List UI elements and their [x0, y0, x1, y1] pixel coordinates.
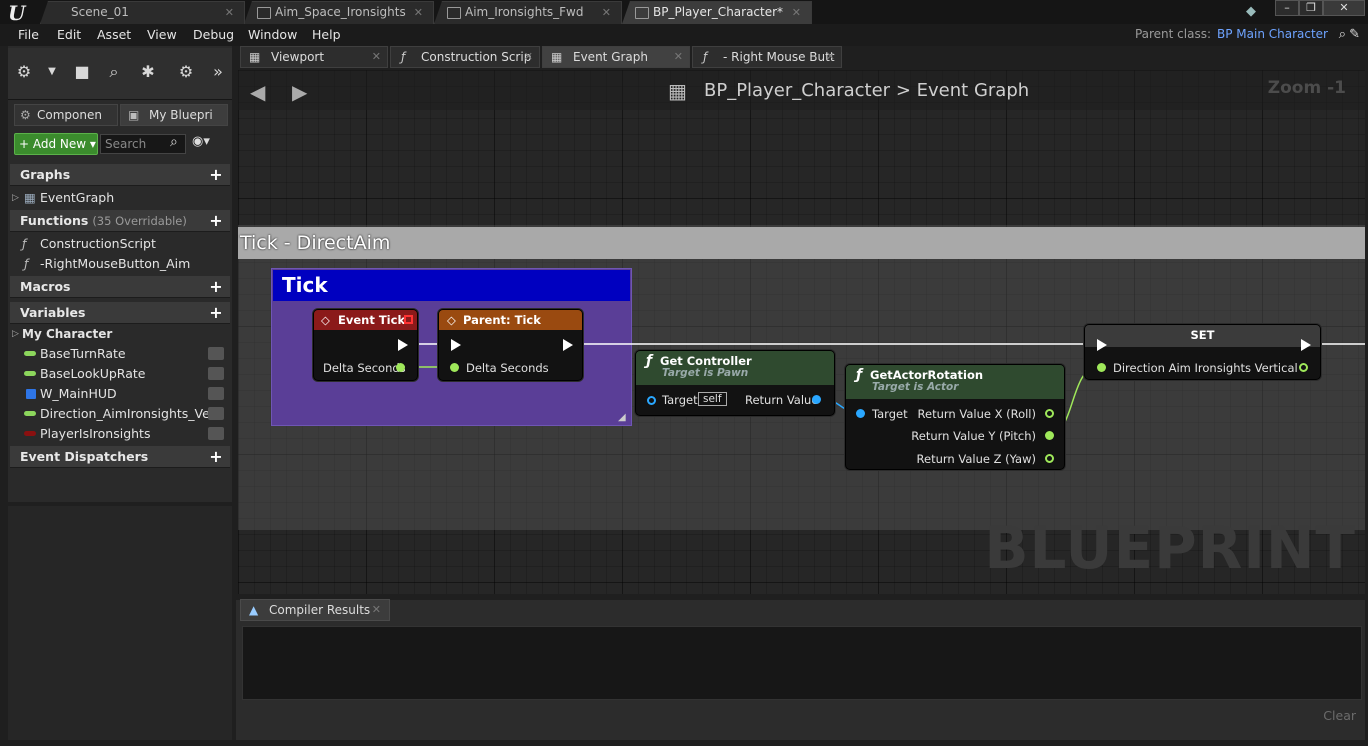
pin-label: Target: [872, 407, 908, 421]
object-in-pin[interactable]: [856, 409, 865, 418]
delegate-pin-icon[interactable]: [404, 315, 413, 324]
parent-tick-node[interactable]: ◇ Parent: Tick Delta Seconds: [438, 309, 583, 381]
pin-label: Target: [662, 393, 698, 407]
float-out-pin[interactable]: [1299, 363, 1308, 372]
node-title: SET: [1190, 328, 1215, 342]
function-icon: ƒ: [856, 367, 863, 383]
node-header: ƒ Get Controller Target is Pawn: [636, 351, 834, 385]
function-icon: ƒ: [646, 353, 653, 369]
node-header: ◇ Parent: Tick: [439, 310, 582, 330]
node-title: Parent: Tick: [463, 313, 541, 327]
pin-label: Return Value X (Roll): [917, 407, 1036, 421]
compiler-output: [242, 626, 1362, 700]
exec-out-pin[interactable]: [398, 339, 408, 351]
tab-label: Compiler Results: [269, 603, 371, 617]
pin-label: Direction Aim Ironsights Vertical: [1113, 361, 1298, 375]
node-title: Event Tick: [338, 313, 406, 327]
node-subtitle: Target is Pawn: [662, 367, 749, 379]
node-header: ƒ GetActorRotation Target is Actor: [846, 365, 1064, 399]
close-icon[interactable]: ✕: [372, 600, 381, 620]
tab-compiler-results[interactable]: ▲ Compiler Results ✕: [240, 599, 390, 621]
get-actor-rotation-node[interactable]: ƒ GetActorRotation Target is Actor Targe…: [845, 364, 1065, 470]
pin-label: Return Value Z (Yaw): [916, 452, 1036, 466]
object-in-pin[interactable]: [647, 396, 656, 405]
float-out-pin[interactable]: [1045, 431, 1054, 440]
node-header: SET: [1085, 325, 1320, 347]
pin-label: Return Value Y (Pitch): [911, 429, 1036, 443]
event-icon: ◇: [321, 313, 330, 327]
event-tick-node[interactable]: ◇ Event Tick Delta Seconds: [313, 309, 418, 381]
float-out-pin[interactable]: [1045, 454, 1054, 463]
node-subtitle: Target is Actor: [872, 381, 959, 393]
exec-out-pin[interactable]: [563, 339, 573, 351]
float-in-pin[interactable]: [450, 363, 459, 372]
node-header: ◇ Event Tick: [314, 310, 417, 330]
self-default-box[interactable]: self: [698, 392, 727, 406]
pin-label: Return Value: [745, 393, 819, 407]
float-out-pin[interactable]: [1045, 409, 1054, 418]
float-out-pin[interactable]: [396, 363, 405, 372]
pin-label: Delta Seconds: [466, 361, 549, 375]
get-controller-node[interactable]: ƒ Get Controller Target is Pawn Target s…: [635, 350, 835, 416]
compiler-results-icon: ▲: [249, 603, 259, 617]
exec-in-pin[interactable]: [451, 339, 461, 351]
exec-in-pin[interactable]: [1097, 339, 1107, 351]
exec-out-pin[interactable]: [1301, 339, 1311, 351]
object-out-pin[interactable]: [812, 395, 821, 404]
clear-button[interactable]: Clear: [1323, 708, 1356, 723]
float-in-pin[interactable]: [1097, 363, 1106, 372]
blueprint-watermark: BLUEPRINT: [984, 514, 1356, 582]
event-icon: ◇: [447, 313, 456, 327]
pin-label: Delta Seconds: [323, 361, 406, 375]
set-variable-node[interactable]: SET Direction Aim Ironsights Vertical: [1084, 324, 1321, 380]
